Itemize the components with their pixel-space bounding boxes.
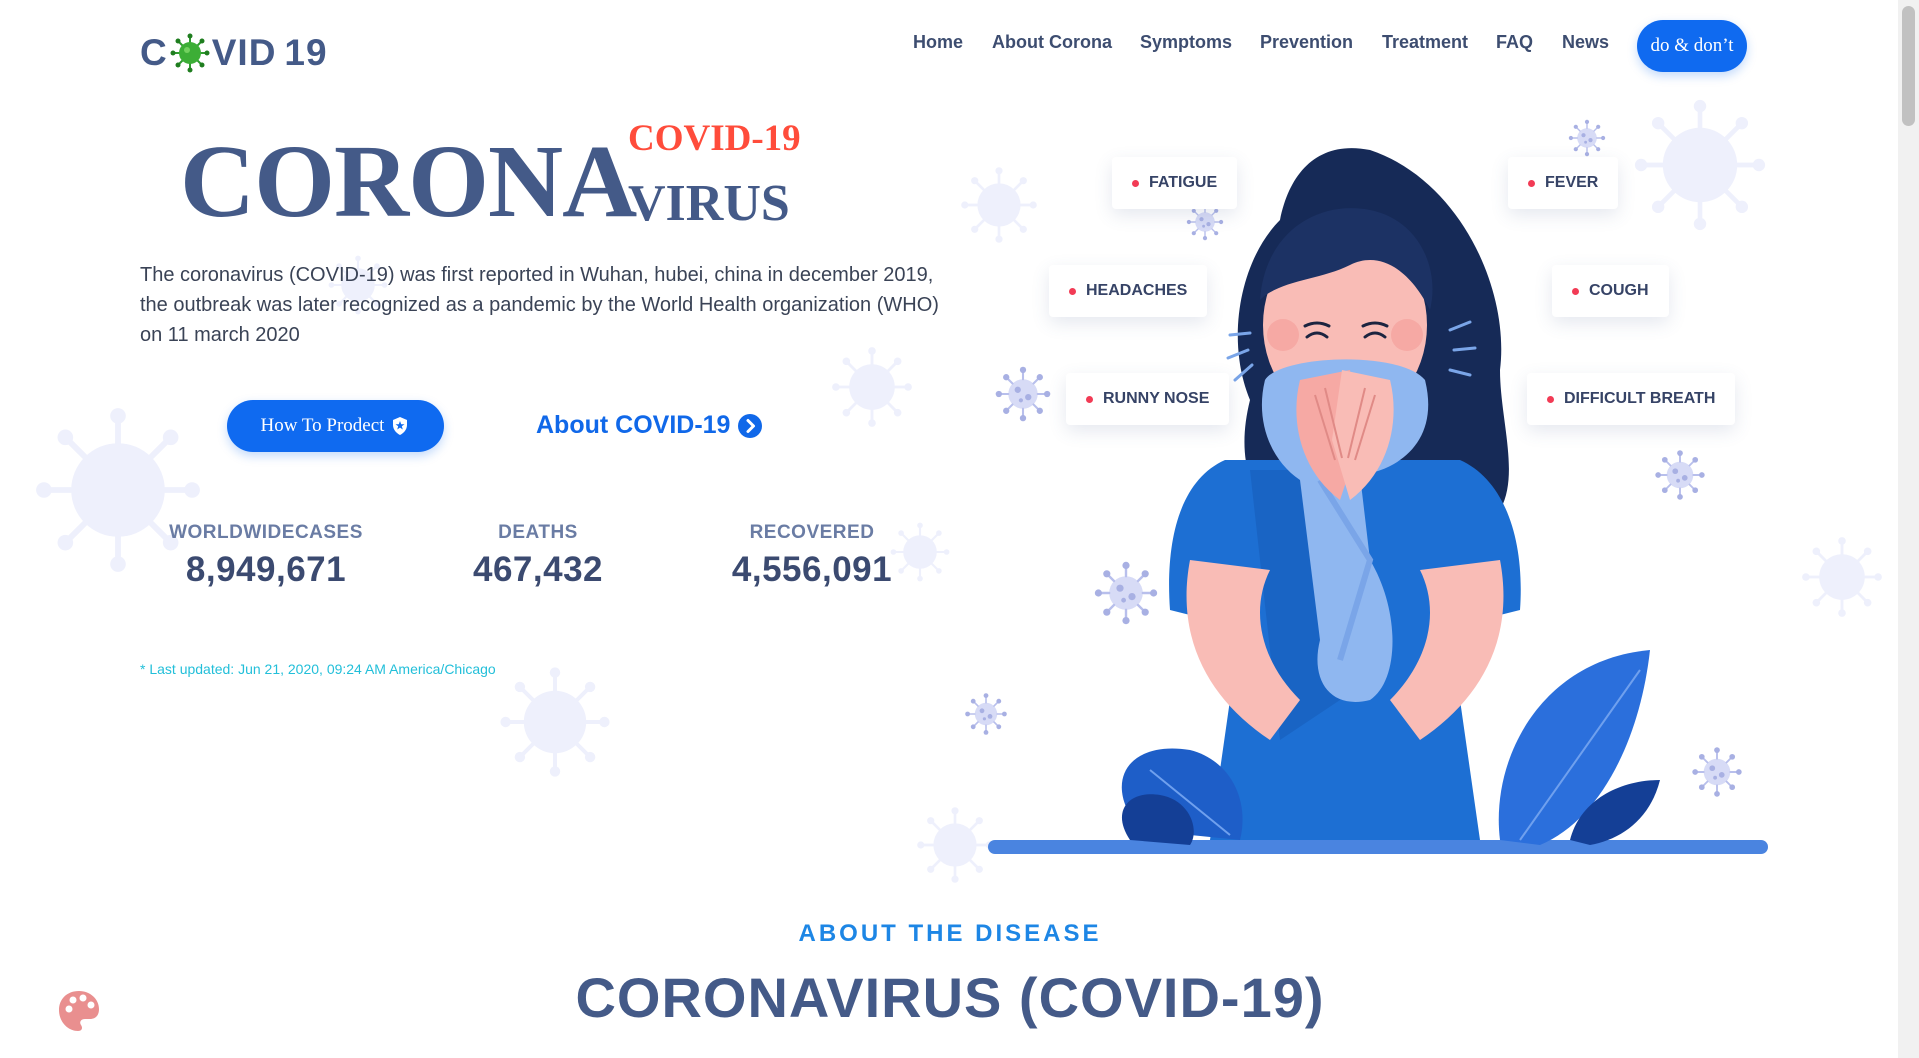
nav-treatment[interactable]: Treatment: [1382, 32, 1468, 53]
how-to-protect-label: How To Prodect: [260, 415, 385, 436]
symptom-tag-runny-nose: RUNNY NOSE: [1066, 373, 1230, 425]
logo-letter-c: C: [140, 32, 168, 73]
bullet-dot: [1086, 395, 1093, 403]
stat-label: WORLDWIDECASES: [169, 522, 363, 543]
stat-value: 467,432: [472, 550, 604, 589]
vertical-scrollbar[interactable]: [1898, 0, 1919, 1058]
nav-news[interactable]: News: [1562, 32, 1609, 53]
symptom-tag-fever: FEVER: [1508, 157, 1619, 209]
site-logo[interactable]: C VID 19: [140, 32, 328, 74]
hero-title-covid19: COVID-19: [628, 118, 801, 159]
stat-recovered: RECOVERED 4,556,091: [692, 522, 932, 590]
shield-icon: [393, 417, 408, 435]
logo-letters-vid: VID: [211, 32, 277, 73]
stat-label: RECOVERED: [749, 522, 875, 543]
scrollbar-thumb[interactable]: [1902, 6, 1915, 126]
nav-home[interactable]: Home: [913, 32, 963, 53]
symptom-tag-difficult-breath: DIFFICULT BREATH: [1527, 373, 1736, 425]
symptom-tag-headaches: HEADACHES: [1049, 265, 1208, 317]
bullet-dot: [1528, 179, 1535, 187]
virus-icon: [170, 33, 210, 73]
bullet-dot: [1132, 179, 1139, 187]
nav-prevention[interactable]: Prevention: [1260, 32, 1353, 53]
stat-worldwide-cases: WORLDWIDECASES 8,949,671: [146, 522, 386, 590]
symptom-tag-fatigue: FATIGUE: [1112, 157, 1238, 209]
bullet-dot: [1572, 287, 1579, 295]
stat-value: 8,949,671: [185, 550, 347, 589]
chevron-right-circle-icon: [738, 413, 763, 438]
about-covid-link[interactable]: About COVID-19: [536, 411, 763, 440]
hero-title-corona: CORONA: [180, 124, 637, 239]
nav-symptoms[interactable]: Symptoms: [1140, 32, 1232, 53]
nav-about-corona[interactable]: About Corona: [992, 32, 1112, 53]
do-and-dont-button[interactable]: do & don’t: [1637, 20, 1747, 72]
palette-icon[interactable]: [56, 988, 102, 1034]
stat-deaths: DEATHS 467,432: [418, 522, 658, 590]
about-section-title: CORONAVIRUS (COVID-19): [575, 966, 1325, 1029]
bullet-dot: [1069, 287, 1076, 295]
about-section-kicker: ABOUT THE DISEASE: [798, 920, 1102, 947]
symptom-label: FATIGUE: [1149, 174, 1218, 191]
last-updated-note: * Last updated: Jun 21, 2020, 09:24 AM A…: [140, 661, 496, 677]
symptom-tag-cough: COUGH: [1552, 265, 1669, 317]
symptom-label: HEADACHES: [1086, 282, 1188, 299]
symptom-label: RUNNY NOSE: [1103, 390, 1210, 407]
about-covid-label: About COVID-19: [536, 411, 731, 439]
symptom-label: COUGH: [1589, 282, 1649, 299]
how-to-protect-button[interactable]: How To Prodect: [227, 400, 444, 452]
nav-faq[interactable]: FAQ: [1496, 32, 1533, 53]
page: C VID 19 Home About Corona Symptoms Prev…: [0, 0, 1919, 1058]
symptom-label: DIFFICULT BREATH: [1564, 390, 1716, 407]
sneezing-woman-illustration: [988, 148, 1768, 854]
stat-label: DEATHS: [498, 522, 578, 543]
logo-number: 19: [284, 32, 328, 73]
hero-title-virus: VIRUS: [628, 175, 790, 232]
symptom-label: FEVER: [1545, 174, 1599, 191]
stat-value: 4,556,091: [731, 550, 893, 589]
hero-description: The coronavirus (COVID-19) was first rep…: [140, 264, 939, 346]
bullet-dot: [1547, 395, 1554, 403]
